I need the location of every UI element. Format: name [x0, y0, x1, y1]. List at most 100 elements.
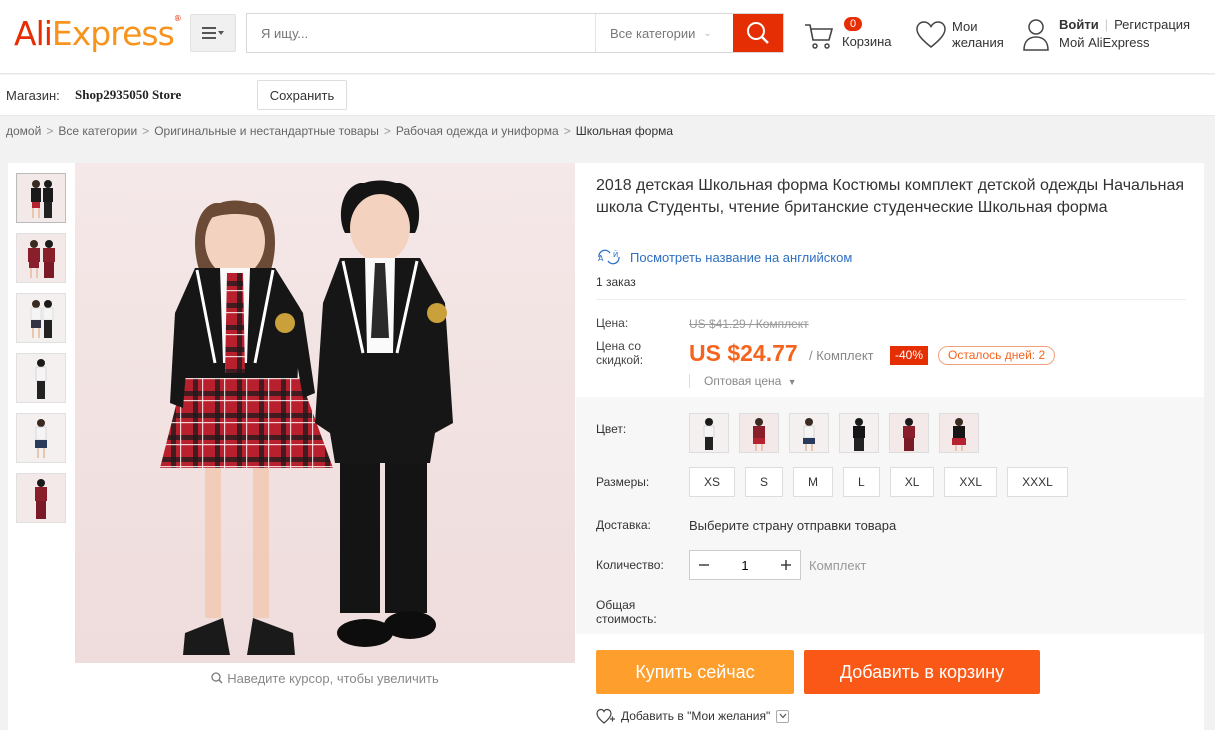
search-input[interactable] [247, 14, 595, 52]
size-options: XS S M L XL XXL XXXL [689, 467, 1078, 497]
size-option-s[interactable]: S [745, 467, 784, 497]
hamburger-menu-icon [202, 27, 224, 39]
quantity-increase-button[interactable] [772, 551, 800, 579]
login-link[interactable]: Войти [1059, 17, 1099, 32]
thumbnail-6[interactable] [16, 473, 66, 523]
color-swatch-2[interactable] [739, 413, 779, 453]
thumbnail-3[interactable] [16, 293, 66, 343]
product-photo-kids-uniform [75, 163, 575, 663]
cart-count-badge: 0 [844, 17, 863, 31]
register-link[interactable]: Регистрация [1114, 17, 1190, 32]
logo-express: Express [51, 14, 175, 53]
original-price: US $41.29 / Комплект [689, 317, 809, 331]
color-swatch-4[interactable] [839, 413, 879, 453]
svg-text:A: A [598, 254, 604, 263]
thumbnail-2[interactable] [16, 233, 66, 283]
wishlist-link[interactable]: Мои желания [916, 18, 1016, 54]
minus-icon [699, 564, 709, 566]
wholesale-price-dropdown[interactable]: Оптовая цена ▼ [689, 374, 797, 388]
product-thumbnail-image [17, 294, 65, 342]
aliexpress-logo[interactable]: AliExpress® [14, 14, 182, 53]
store-label: Магазин: [6, 88, 60, 103]
category-dropdown[interactable]: Все категории ⌄ [595, 14, 733, 52]
size-option-xs[interactable]: XS [689, 467, 736, 497]
wishlist-label-line1: Мои [952, 19, 978, 34]
orders-count: 1 заказ [596, 275, 636, 289]
account-links: Войти | Регистрация [1059, 17, 1190, 32]
wishlist-label-line2: желания [952, 35, 1004, 50]
discount-price: US $24.77 [689, 340, 798, 366]
thumbnail-1[interactable] [16, 173, 66, 223]
quantity-unit: Комплект [809, 558, 867, 573]
add-to-cart-button[interactable]: Добавить в корзину [804, 650, 1040, 694]
account-menu: Войти | Регистрация Мой AliExpress [1022, 16, 1212, 56]
thumbnail-4[interactable] [16, 353, 66, 403]
save-store-button[interactable]: Сохранить [257, 80, 347, 110]
breadcrumb-all-categories[interactable]: Все категории [58, 124, 137, 138]
quantity-label: Количество: [596, 558, 664, 572]
store-name-link[interactable]: Shop2935050 Store [75, 87, 181, 103]
breadcrumb: домой > Все категории > Оригинальные и неста… [6, 124, 673, 138]
breadcrumb-school-uniform[interactable]: Школьная форма [576, 124, 673, 138]
product-main-image[interactable] [75, 163, 575, 663]
color-swatch-3[interactable] [789, 413, 829, 453]
category-dropdown-value: Все категории [610, 25, 696, 41]
shipping-label: Доставка: [596, 518, 651, 532]
quantity-decrease-button[interactable] [690, 551, 718, 579]
heart-plus-icon [596, 708, 615, 724]
wholesale-price-label: Оптовая цена [704, 374, 782, 388]
days-left-badge: Осталось дней: 2 [938, 346, 1056, 365]
color-label: Цвет: [596, 422, 627, 436]
discount-badge: -40% [890, 346, 929, 365]
size-option-xxl[interactable]: XXL [944, 467, 998, 497]
add-to-wishlist-link[interactable]: Добавить в "Мои желания" [596, 708, 790, 724]
cart-link[interactable]: 0 Корзина [804, 16, 904, 56]
caret-down-icon: ▼ [787, 377, 797, 387]
thumbnail-5[interactable] [16, 413, 66, 463]
quantity-input[interactable] [718, 557, 772, 573]
size-option-xl[interactable]: XL [889, 467, 935, 497]
translate-icon: A Й [598, 249, 620, 265]
search-bar: Все категории ⌄ [246, 13, 784, 53]
size-option-m[interactable]: M [793, 467, 834, 497]
shopping-cart-icon [805, 24, 834, 49]
quantity-stepper [689, 550, 801, 580]
breadcrumb-custom-goods[interactable]: Оригинальные и нестандартные товары [154, 124, 379, 138]
zoom-hint: Наведите курсор, чтобы увеличить [75, 671, 575, 686]
shipping-country-link[interactable]: Выберите страну отправки товара [689, 518, 896, 533]
product-thumbnail-image [17, 414, 65, 462]
user-icon [1023, 19, 1049, 51]
breadcrumb-separator: > [46, 124, 54, 138]
add-to-wishlist-text: Добавить в "Мои желания" [621, 709, 771, 723]
size-option-xxxl[interactable]: XXXL [1007, 467, 1068, 497]
chevron-down-icon: ⌄ [703, 27, 712, 39]
breadcrumb-home[interactable]: домой [6, 124, 41, 138]
product-thumbnail-image [17, 354, 65, 402]
color-swatch-1[interactable] [689, 413, 729, 453]
chevron-down-icon [779, 713, 787, 719]
color-swatch-image [940, 414, 978, 452]
my-aliexpress-link[interactable]: Мой AliExpress [1059, 35, 1150, 50]
breadcrumb-workwear[interactable]: Рабочая одежда и униформа [396, 124, 559, 138]
wishlist-dropdown-toggle[interactable] [776, 709, 790, 723]
price-unit: / Комплект [809, 348, 874, 363]
discount-price-label: Цена со скидкой: [596, 339, 644, 367]
price-label: Цена: [596, 316, 629, 330]
product-panel: Наведите курсор, чтобы увеличить 2018 де… [8, 163, 1204, 730]
product-thumbnail-image [17, 474, 65, 522]
categories-menu-button[interactable] [190, 14, 236, 52]
zoom-hint-text: Наведите курсор, чтобы увеличить [227, 671, 439, 686]
color-swatch-image [690, 414, 728, 452]
search-button[interactable] [733, 14, 783, 52]
color-swatch-image [740, 414, 778, 452]
color-swatch-6[interactable] [939, 413, 979, 453]
buy-now-button[interactable]: Купить сейчас [596, 650, 794, 694]
color-swatch-5[interactable] [889, 413, 929, 453]
color-swatch-image [790, 414, 828, 452]
store-bar: Магазин: Shop2935050 Store Сохранить [0, 75, 1215, 116]
product-thumbnail-image [17, 174, 65, 222]
logo-ali: Ali [14, 14, 53, 53]
size-option-l[interactable]: L [843, 467, 880, 497]
translate-title-link[interactable]: A Й Посмотреть название на английском [596, 249, 852, 265]
account-separator: | [1104, 17, 1109, 32]
